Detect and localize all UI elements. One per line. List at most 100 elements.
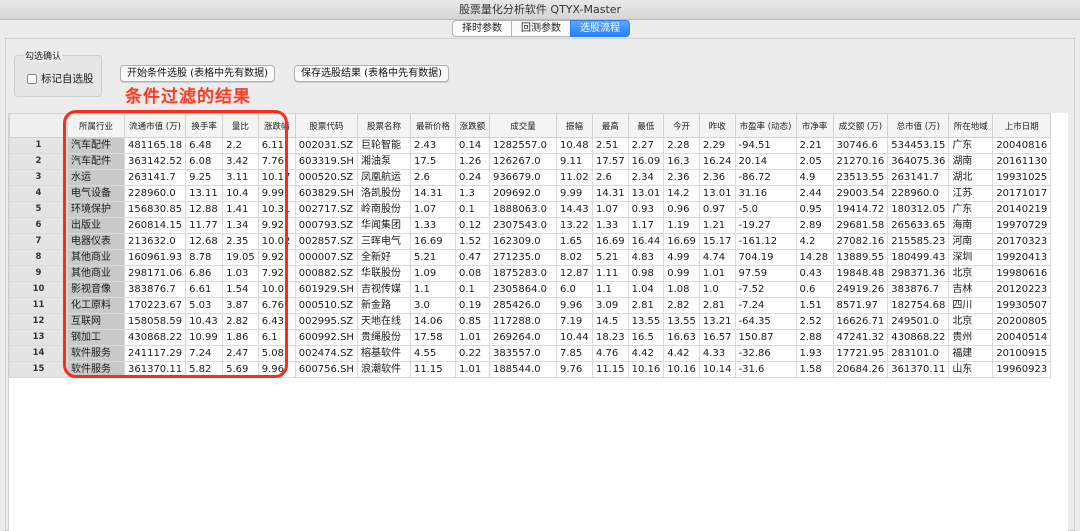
table-cell[interactable]: 8.02 <box>555 249 593 266</box>
table-cell-industry[interactable]: 电器仪表 <box>67 233 125 250</box>
table-cell[interactable]: 4.74 <box>698 249 736 266</box>
table-cell[interactable]: 福建 <box>948 345 994 362</box>
table-cell[interactable]: 3.11 <box>222 169 259 186</box>
column-header[interactable]: 流通市值 (万) <box>123 113 187 138</box>
table-cell[interactable]: 0.08 <box>454 265 490 282</box>
table-cell[interactable]: 9.99 <box>257 185 296 202</box>
table-row[interactable]: 2 汽车配件 363142.52 6.08 3.42 7.76 603319.SH 湘油泵 17… <box>9 153 1052 170</box>
table-cell[interactable]: 14.43 <box>555 201 593 218</box>
table-cell[interactable]: 19930507 <box>992 297 1052 314</box>
table-cell[interactable]: 23513.55 <box>832 169 889 186</box>
table-cell[interactable]: 17.57 <box>591 153 629 170</box>
table-cell[interactable]: 5.82 <box>185 361 224 378</box>
table-cell[interactable]: 2.36 <box>698 169 736 186</box>
table-cell[interactable]: 000520.SZ <box>294 169 358 186</box>
table-cell[interactable]: 2.43 <box>409 137 456 154</box>
table-cell[interactable]: 3.09 <box>591 297 629 314</box>
table-cell[interactable]: 10.48 <box>555 137 593 154</box>
table-cell[interactable]: 000793.SZ <box>294 217 358 234</box>
table-cell[interactable]: 298371.36 <box>887 265 950 282</box>
table-cell[interactable]: 7.85 <box>555 345 593 362</box>
table-row[interactable]: 12 互联网 158058.59 10.43 2.82 6.43 002995.SZ 天地在线… <box>9 313 1052 330</box>
table-cell[interactable]: 10.0 <box>257 281 296 298</box>
table-cell[interactable]: 10.16 <box>663 361 700 378</box>
start-selection-button[interactable]: 开始条件选股 (表格中先有数据) <box>120 65 275 82</box>
table-cell[interactable]: 7.24 <box>185 345 224 362</box>
table-cell[interactable]: 285426.0 <box>488 297 557 314</box>
table-cell[interactable]: 249501.0 <box>887 313 950 330</box>
table-row[interactable]: 9 其他商业 298171.06 6.86 1.03 7.92 000882.SZ 华联股份 1… <box>9 265 1052 282</box>
table-cell[interactable]: 0.1 <box>454 281 490 298</box>
table-cell[interactable]: 7.92 <box>257 265 296 282</box>
row-number[interactable]: 12 <box>9 313 68 330</box>
table-cell[interactable]: 0.47 <box>454 249 490 266</box>
table-cell[interactable]: 9.92 <box>257 217 296 234</box>
table-cell[interactable]: 0.1 <box>454 201 490 218</box>
table-cell[interactable]: 14.31 <box>591 185 629 202</box>
table-cell[interactable]: 山东 <box>948 361 994 378</box>
table-cell[interactable]: 126267.0 <box>488 153 557 170</box>
table-cell[interactable]: 13.55 <box>627 313 665 330</box>
table-cell[interactable]: 0.93 <box>627 201 665 218</box>
table-cell[interactable]: 4.83 <box>627 249 665 266</box>
column-header[interactable]: 股票代码 <box>294 113 358 138</box>
table-cell[interactable]: 16.57 <box>698 329 736 346</box>
table-cell[interactable]: 4.33 <box>698 345 736 362</box>
table-cell[interactable]: 6.61 <box>185 281 224 298</box>
table-cell[interactable]: 47241.32 <box>832 329 889 346</box>
table-row[interactable]: 13 钢加工 430868.22 10.99 1.86 6.1 600992.SH 贵绳股份 1… <box>9 329 1052 346</box>
table-cell[interactable]: -7.52 <box>734 281 797 298</box>
table-cell[interactable]: 0.43 <box>795 265 834 282</box>
table-cell[interactable]: 16626.71 <box>832 313 889 330</box>
table-cell[interactable]: 4.99 <box>663 249 700 266</box>
table-cell-industry[interactable]: 环境保护 <box>67 201 125 218</box>
table-cell[interactable]: 13.01 <box>627 185 665 202</box>
table-cell[interactable]: 1.01 <box>454 329 490 346</box>
table-cell[interactable]: 182754.68 <box>887 297 950 314</box>
table-cell[interactable]: 21270.16 <box>832 153 889 170</box>
table-cell[interactable]: 12.87 <box>555 265 593 282</box>
table-cell[interactable]: 1.26 <box>454 153 490 170</box>
table-cell[interactable]: 广东 <box>948 201 994 218</box>
table-cell[interactable]: 1.09 <box>409 265 456 282</box>
table-cell[interactable]: 2.6 <box>591 169 629 186</box>
table-cell[interactable]: 150.87 <box>734 329 797 346</box>
table-cell[interactable]: 430868.22 <box>887 329 950 346</box>
table-cell[interactable]: 14.31 <box>409 185 456 202</box>
table-cell[interactable]: -86.72 <box>734 169 797 186</box>
table-cell[interactable]: 19920413 <box>992 249 1052 266</box>
table-cell[interactable]: 吉视传媒 <box>356 281 411 298</box>
table-cell[interactable]: 7.19 <box>555 313 593 330</box>
table-cell[interactable]: 2.81 <box>627 297 665 314</box>
table-row[interactable]: 8 其他商业 160961.93 8.78 19.05 9.92 000007.SZ 全新好 5… <box>9 249 1052 266</box>
table-cell[interactable]: 16.3 <box>663 153 700 170</box>
table-cell[interactable]: 天地在线 <box>356 313 411 330</box>
row-number[interactable]: 3 <box>9 169 68 186</box>
table-cell[interactable]: 岭南股份 <box>356 201 411 218</box>
column-header[interactable]: 最高 <box>591 113 629 138</box>
table-cell[interactable]: 9.96 <box>555 297 593 314</box>
table-cell[interactable]: 0.97 <box>698 201 736 218</box>
table-cell[interactable]: 29681.58 <box>832 217 889 234</box>
table-row[interactable]: 4 电气设备 228960.0 13.11 10.4 9.99 603829.SH 洛凯股份 1… <box>9 185 1052 202</box>
column-header[interactable]: 换手率 <box>185 113 224 138</box>
table-cell[interactable]: 1.07 <box>409 201 456 218</box>
table-cell[interactable]: 19414.72 <box>832 201 889 218</box>
table-cell[interactable]: 158058.59 <box>123 313 187 330</box>
table-cell[interactable]: 20040514 <box>992 329 1052 346</box>
table-cell[interactable]: 2.88 <box>795 329 834 346</box>
table-cell[interactable]: 全新好 <box>356 249 411 266</box>
table-cell[interactable]: 383876.7 <box>123 281 187 298</box>
table-cell[interactable]: -64.35 <box>734 313 797 330</box>
table-cell[interactable]: 6.08 <box>185 153 224 170</box>
table-cell[interactable]: 0.22 <box>454 345 490 362</box>
table-cell[interactable]: 10.17 <box>257 169 296 186</box>
table-cell-industry[interactable]: 化工原料 <box>67 297 125 314</box>
table-cell[interactable]: 000007.SZ <box>294 249 358 266</box>
table-cell[interactable]: 603319.SH <box>294 153 358 170</box>
table-cell[interactable]: 27082.16 <box>832 233 889 250</box>
table-row[interactable]: 14 软件服务 241117.29 7.24 2.47 5.08 002474.SZ 榕基软件… <box>9 345 1052 362</box>
table-cell[interactable]: 6.86 <box>185 265 224 282</box>
table-cell[interactable]: 2.35 <box>222 233 259 250</box>
tab-backtest-params[interactable]: 回测参数 <box>511 20 570 37</box>
